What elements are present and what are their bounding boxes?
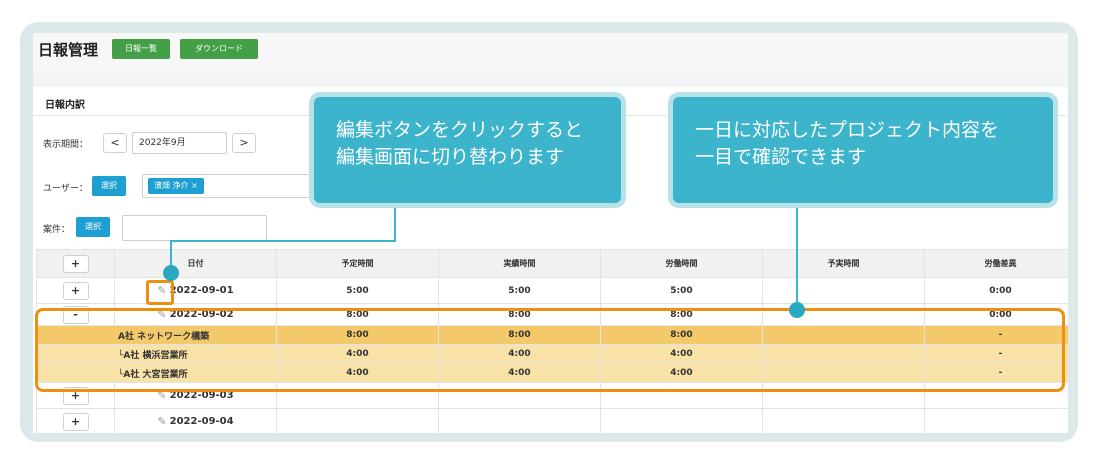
table-row: + ✎ 2022-09-01 5:00 5:00 5:00 0:00 [36,277,1068,304]
user-tag-remove-icon[interactable]: × [191,181,198,190]
toggle-cell: + [36,277,115,304]
edit-callout-line2: 編集画面に切り替わります [336,146,565,168]
case-field[interactable] [122,215,267,241]
col-date: 日付 [114,249,277,278]
user-select-button[interactable]: 選択 [92,176,126,196]
month-field[interactable]: 2022年9月 [132,132,227,154]
case-select-button[interactable]: 選択 [76,217,110,237]
date-cell: ✎ 2022-09-01 [114,277,277,304]
project-highlight-frame [35,308,1065,392]
toggle-cell: + [36,408,115,433]
project-pointer-dot [789,302,805,318]
col-actual: 実績時間 [438,249,601,278]
table-row: + ✎ 2022-09-04 [36,408,1068,433]
page-header: 日報管理 日報一覧 ダウンロード [33,33,1068,73]
edit-callout-line1: 編集ボタンをクリックすると [336,119,584,141]
period-label: 表示期間： [43,140,89,150]
expand-row-button[interactable]: + [62,281,89,300]
row-date: 2022-09-04 [169,416,234,427]
project-callout-connector [796,205,798,305]
case-label: 案件： [43,225,71,235]
project-callout-line1: 一日に対応したプロジェクト内容を [695,119,1000,141]
edit-callout: 編集ボタンをクリックすると 編集画面に切り替わります [314,97,621,203]
header-toggle-cell: + [36,249,115,278]
expand-row-button[interactable]: + [62,412,89,431]
diff-cell: 0:00 [924,277,1068,304]
user-tag: 濱畑 浄介 × [148,178,204,194]
col-diff: 労働差異 [924,249,1068,278]
edit-button-highlight [146,280,174,305]
pencil-edit-icon[interactable]: ✎ [157,415,166,428]
col-plan-actual: 予実時間 [762,249,925,278]
user-label: ユーザー： [43,184,88,194]
next-month-button[interactable]: > [232,133,256,153]
user-tag-label: 濱畑 浄介 [154,181,189,190]
col-labor: 労働時間 [600,249,763,278]
edit-pointer-dot [163,265,179,281]
planned-cell: 5:00 [276,277,439,304]
project-callout-line2: 一目で確認できます [695,146,867,168]
expand-all-button[interactable]: + [62,254,89,273]
row-date: 2022-09-01 [169,285,234,296]
download-button[interactable]: ダウンロード [180,39,258,59]
header-divider [33,73,1068,87]
prev-month-button[interactable]: < [103,133,127,153]
col-planned: 予定時間 [276,249,439,278]
labor-cell: 5:00 [600,277,763,304]
actual-cell: 5:00 [438,277,601,304]
plan-actual-cell [762,277,925,304]
page-title: 日報管理 [38,41,99,59]
project-callout: 一日に対応したプロジェクト内容を 一目で確認できます [673,97,1053,203]
edit-callout-connector-h [171,240,396,242]
report-list-button[interactable]: 日報一覧 [112,39,170,59]
user-field[interactable]: 濱畑 浄介 × [142,174,342,198]
table-header-row: + 日付 予定時間 実績時間 労働時間 予実時間 労働差異 [36,249,1068,278]
section-title: 日報内訳 [45,100,85,111]
date-cell: ✎ 2022-09-04 [114,408,277,433]
edit-callout-connector [394,205,396,241]
